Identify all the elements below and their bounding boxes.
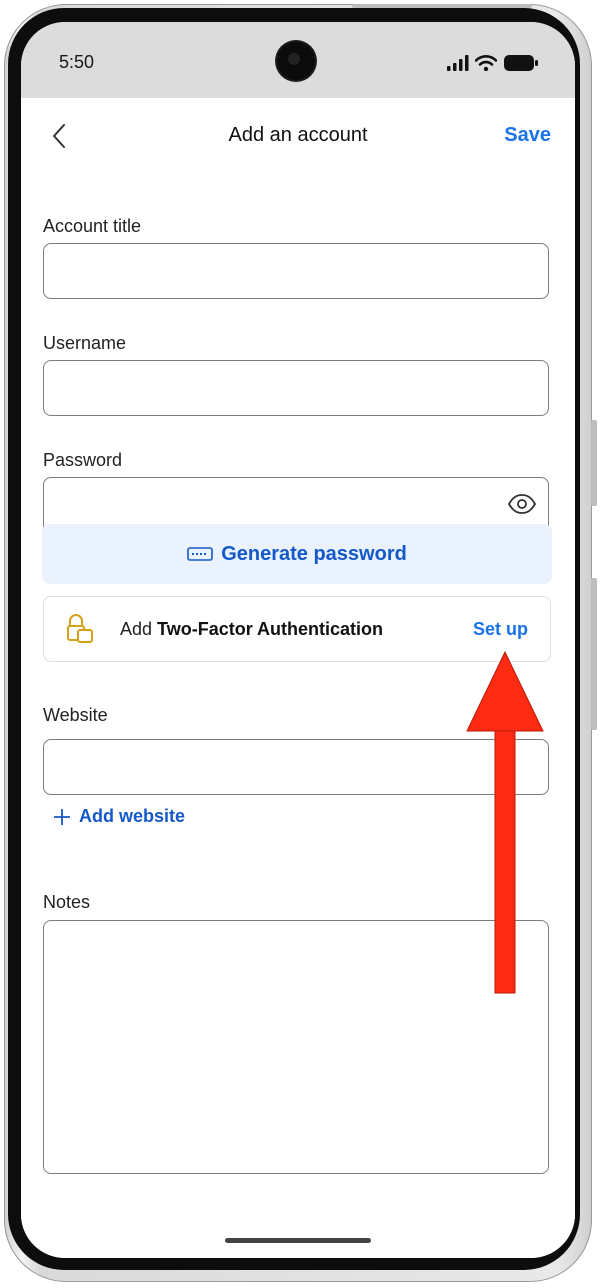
status-bar: 5:50 — [21, 22, 575, 98]
account-title-label: Account title — [43, 216, 142, 236]
eye-icon[interactable] — [508, 494, 536, 514]
add-account-sheet: Add an account Save Account title Userna… — [21, 98, 575, 1258]
website-label: Website — [43, 705, 108, 725]
generate-password-label: Generate password — [221, 542, 407, 565]
volume-button — [591, 420, 597, 506]
battery-icon — [504, 55, 538, 71]
notes-field[interactable] — [43, 920, 549, 1174]
lock-icon — [67, 614, 93, 643]
add-website-label: Add website — [79, 806, 186, 826]
password-label: Password — [43, 450, 123, 470]
power-button — [591, 578, 597, 730]
page-title: Add an account — [228, 124, 368, 146]
screen: 5:50 Add an account Save Account title U… — [21, 22, 575, 1258]
notes-label: Notes — [43, 892, 91, 912]
add-website-button[interactable]: Add website — [53, 806, 185, 827]
two-factor-prefix: Add — [120, 619, 153, 639]
front-camera — [277, 42, 315, 80]
status-time: 5:50 — [59, 52, 95, 72]
wifi-icon — [475, 55, 497, 71]
status-icons — [447, 52, 539, 74]
home-indicator[interactable] — [225, 1238, 371, 1243]
website-field[interactable] — [43, 739, 549, 795]
two-factor-row: Add Two-Factor Authentication Set up — [43, 596, 551, 662]
top-bar: Add an account Save — [21, 98, 575, 174]
generate-password-button[interactable]: Generate password — [42, 524, 552, 584]
keyboard-icon — [187, 547, 213, 561]
username-field[interactable] — [43, 360, 549, 416]
save-button[interactable]: Save — [504, 124, 551, 147]
set-up-button[interactable]: Set up — [473, 619, 528, 640]
plus-icon — [54, 808, 70, 825]
username-label: Username — [43, 333, 127, 353]
two-factor-text: Add Two-Factor Authentication — [120, 619, 383, 640]
two-factor-title: Two-Factor Authentication — [157, 619, 384, 639]
signal-icon — [447, 55, 469, 71]
account-title-field[interactable] — [43, 243, 549, 299]
